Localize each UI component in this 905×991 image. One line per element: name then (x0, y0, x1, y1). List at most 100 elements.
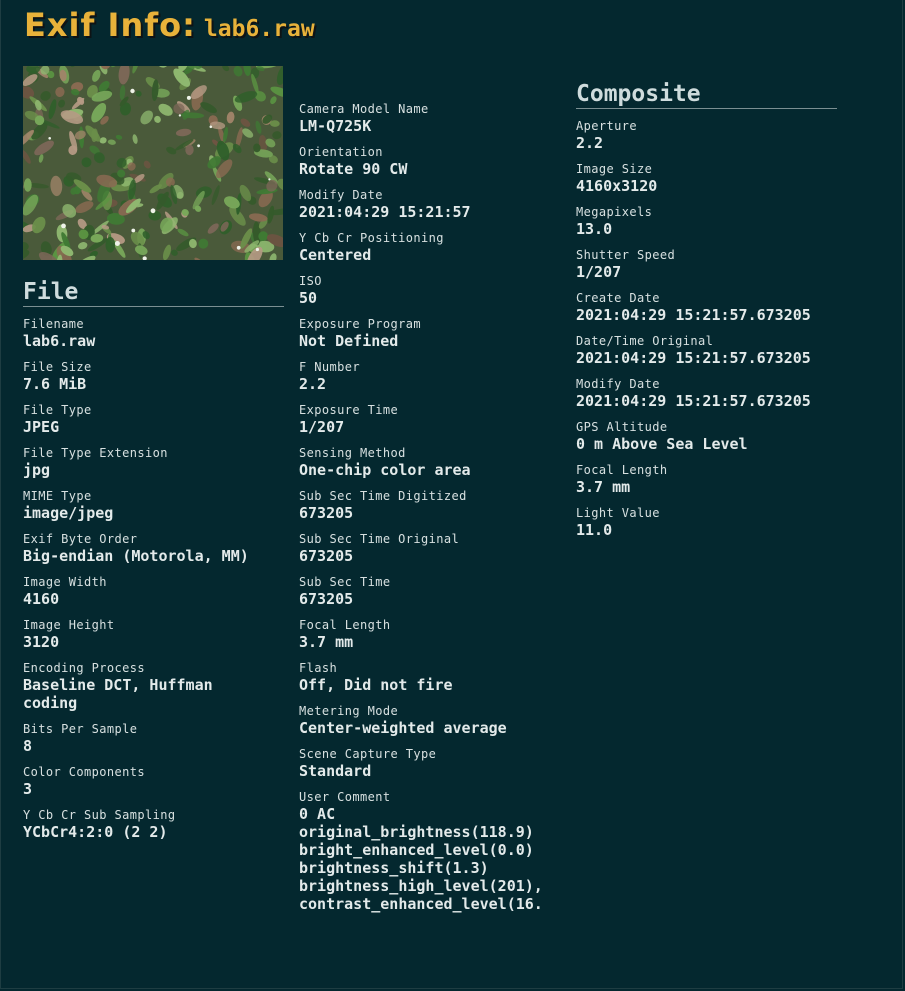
composite-heading: Composite (576, 80, 837, 109)
field-key: Encoding Process (23, 661, 145, 675)
field-value: 2.2 (576, 134, 604, 152)
field-value: JPEG (23, 418, 60, 436)
field-value: 50 (299, 289, 318, 307)
field-key: F Number (299, 360, 360, 374)
field-item: GPS Altitude 0 m Above Sea Level (576, 420, 838, 453)
field-key: Megapixels (576, 205, 653, 219)
title-filename: lab6.raw (203, 16, 315, 42)
field-key: User Comment (299, 790, 391, 804)
flower-shape (150, 208, 156, 214)
field-value: 8 (23, 737, 33, 755)
flower-shape (255, 247, 259, 252)
flower-shape (131, 228, 136, 233)
field-item: Date/Time Original 2021:04:29 15:21:57.67… (576, 334, 838, 367)
field-item: Exif Byte Order Big-endian (Motorola, MM) (23, 532, 285, 565)
field-key: Y Cb Cr Sub Sampling (23, 808, 176, 822)
field-item: Image Size 4160x3120 (576, 162, 838, 195)
field-value: 7.6 MiB (23, 375, 87, 393)
field-key: MIME Type (23, 489, 92, 503)
field-key: GPS Altitude (576, 420, 668, 434)
field-item: Filename lab6.raw (23, 317, 285, 350)
field-value: 2021:04:29 15:21:57 (299, 203, 471, 221)
field-key: Image Height (23, 618, 115, 632)
field-value: 1/207 (299, 418, 345, 436)
field-value: 673205 (299, 504, 354, 522)
field-key: Image Width (23, 575, 107, 589)
field-item: Camera Model Name LM-Q725K (299, 102, 561, 135)
field-key: Camera Model Name (299, 102, 429, 116)
field-value: 0 AC original_brightness(118.9) bright_e… (299, 805, 543, 913)
field-key: Image Size (576, 162, 653, 176)
field-item: Light Value 11.0 (576, 506, 838, 539)
field-item: ISO 50 (299, 274, 561, 307)
field-item: Exposure Time 1/207 (299, 403, 561, 436)
field-item: Exposure Program Not Defined (299, 317, 561, 350)
field-key: Sub Sec Time (299, 575, 391, 589)
composite-field-list: Aperture 2.2 Image Size 4160x3120 Megapixels… (576, 119, 838, 539)
flower-shape (236, 245, 241, 250)
flower-shape (61, 223, 66, 229)
field-value: LM-Q725K (299, 117, 372, 135)
field-item: Orientation Rotate 90 CW (299, 145, 561, 178)
field-key: Y Cb Cr Positioning (299, 231, 444, 245)
field-key: File Type Extension (23, 446, 168, 460)
field-value: 2021:04:29 15:21:57.673205 (576, 349, 811, 367)
field-item: F Number 2.2 (299, 360, 561, 393)
field-key: File Type (23, 403, 92, 417)
field-key: Modify Date (299, 188, 383, 202)
field-key: Date/Time Original (576, 334, 714, 348)
field-value: Center-weighted average (299, 719, 507, 737)
field-value: 673205 (299, 547, 354, 565)
page-title: Exif Info: lab6.raw (24, 6, 315, 44)
field-item: Encoding Process Baseline DCT, Huffman co… (23, 661, 285, 712)
field-value: 11.0 (576, 521, 613, 539)
field-value: 673205 (299, 590, 354, 608)
field-key: Light Value (576, 506, 660, 520)
field-item: Modify Date 2021:04:29 15:21:57.673205 (576, 377, 838, 410)
field-value: Baseline DCT, Huffman coding (23, 676, 213, 712)
field-value: Off, Did not fire (299, 676, 453, 694)
field-key: Bits Per Sample (23, 722, 138, 736)
field-key: ISO (299, 274, 322, 288)
field-item: Bits Per Sample 8 (23, 722, 285, 755)
field-value: Standard (299, 762, 372, 780)
leaf-photo-icon (23, 66, 283, 260)
field-value: Not Defined (299, 332, 399, 350)
field-value: image/jpeg (23, 504, 114, 522)
field-value: lab6.raw (23, 332, 96, 350)
leaf-shape (23, 178, 32, 192)
field-key: Focal Length (576, 463, 668, 477)
field-key: Sub Sec Time Digitized (299, 489, 467, 503)
field-item: Y Cb Cr Sub Sampling YCbCr4:2:0 (2 2) (23, 808, 285, 841)
field-item: Sub Sec Time Original 673205 (299, 532, 561, 565)
flower-shape (209, 125, 213, 129)
field-item: Shutter Speed 1/207 (576, 248, 838, 281)
field-item: Y Cb Cr Positioning Centered (299, 231, 561, 264)
field-value: 0 m Above Sea Level (576, 435, 748, 453)
photo-thumbnail (23, 66, 283, 260)
flower-shape (130, 88, 135, 94)
field-value: 4160x3120 (576, 177, 658, 195)
field-key: Scene Capture Type (299, 747, 437, 761)
field-value: 13.0 (576, 220, 613, 238)
field-value: 1/207 (576, 263, 622, 281)
field-value: YCbCr4:2:0 (2 2) (23, 823, 168, 841)
field-item: Color Components 3 (23, 765, 285, 798)
file-field-list: Filename lab6.raw File Size 7.6 MiB File Typ… (23, 317, 285, 841)
field-item: File Size 7.6 MiB (23, 360, 285, 393)
file-heading: File (23, 278, 284, 307)
field-key: Shutter Speed (576, 248, 676, 262)
field-value: Big-endian (Motorola, MM) (23, 547, 249, 565)
field-item: Sub Sec Time 673205 (299, 575, 561, 608)
field-key: Sub Sec Time Original (299, 532, 460, 546)
flower-shape (178, 114, 182, 117)
field-value: 4160 (23, 590, 60, 608)
field-value: 3.7 mm (576, 478, 631, 496)
field-key: Exposure Time (299, 403, 399, 417)
field-item: Image Width 4160 (23, 575, 285, 608)
field-key: Flash (299, 661, 338, 675)
field-key: Modify Date (576, 377, 660, 391)
field-key: Exposure Program (299, 317, 421, 331)
field-value: Rotate 90 CW (299, 160, 408, 178)
field-key: Create Date (576, 291, 660, 305)
